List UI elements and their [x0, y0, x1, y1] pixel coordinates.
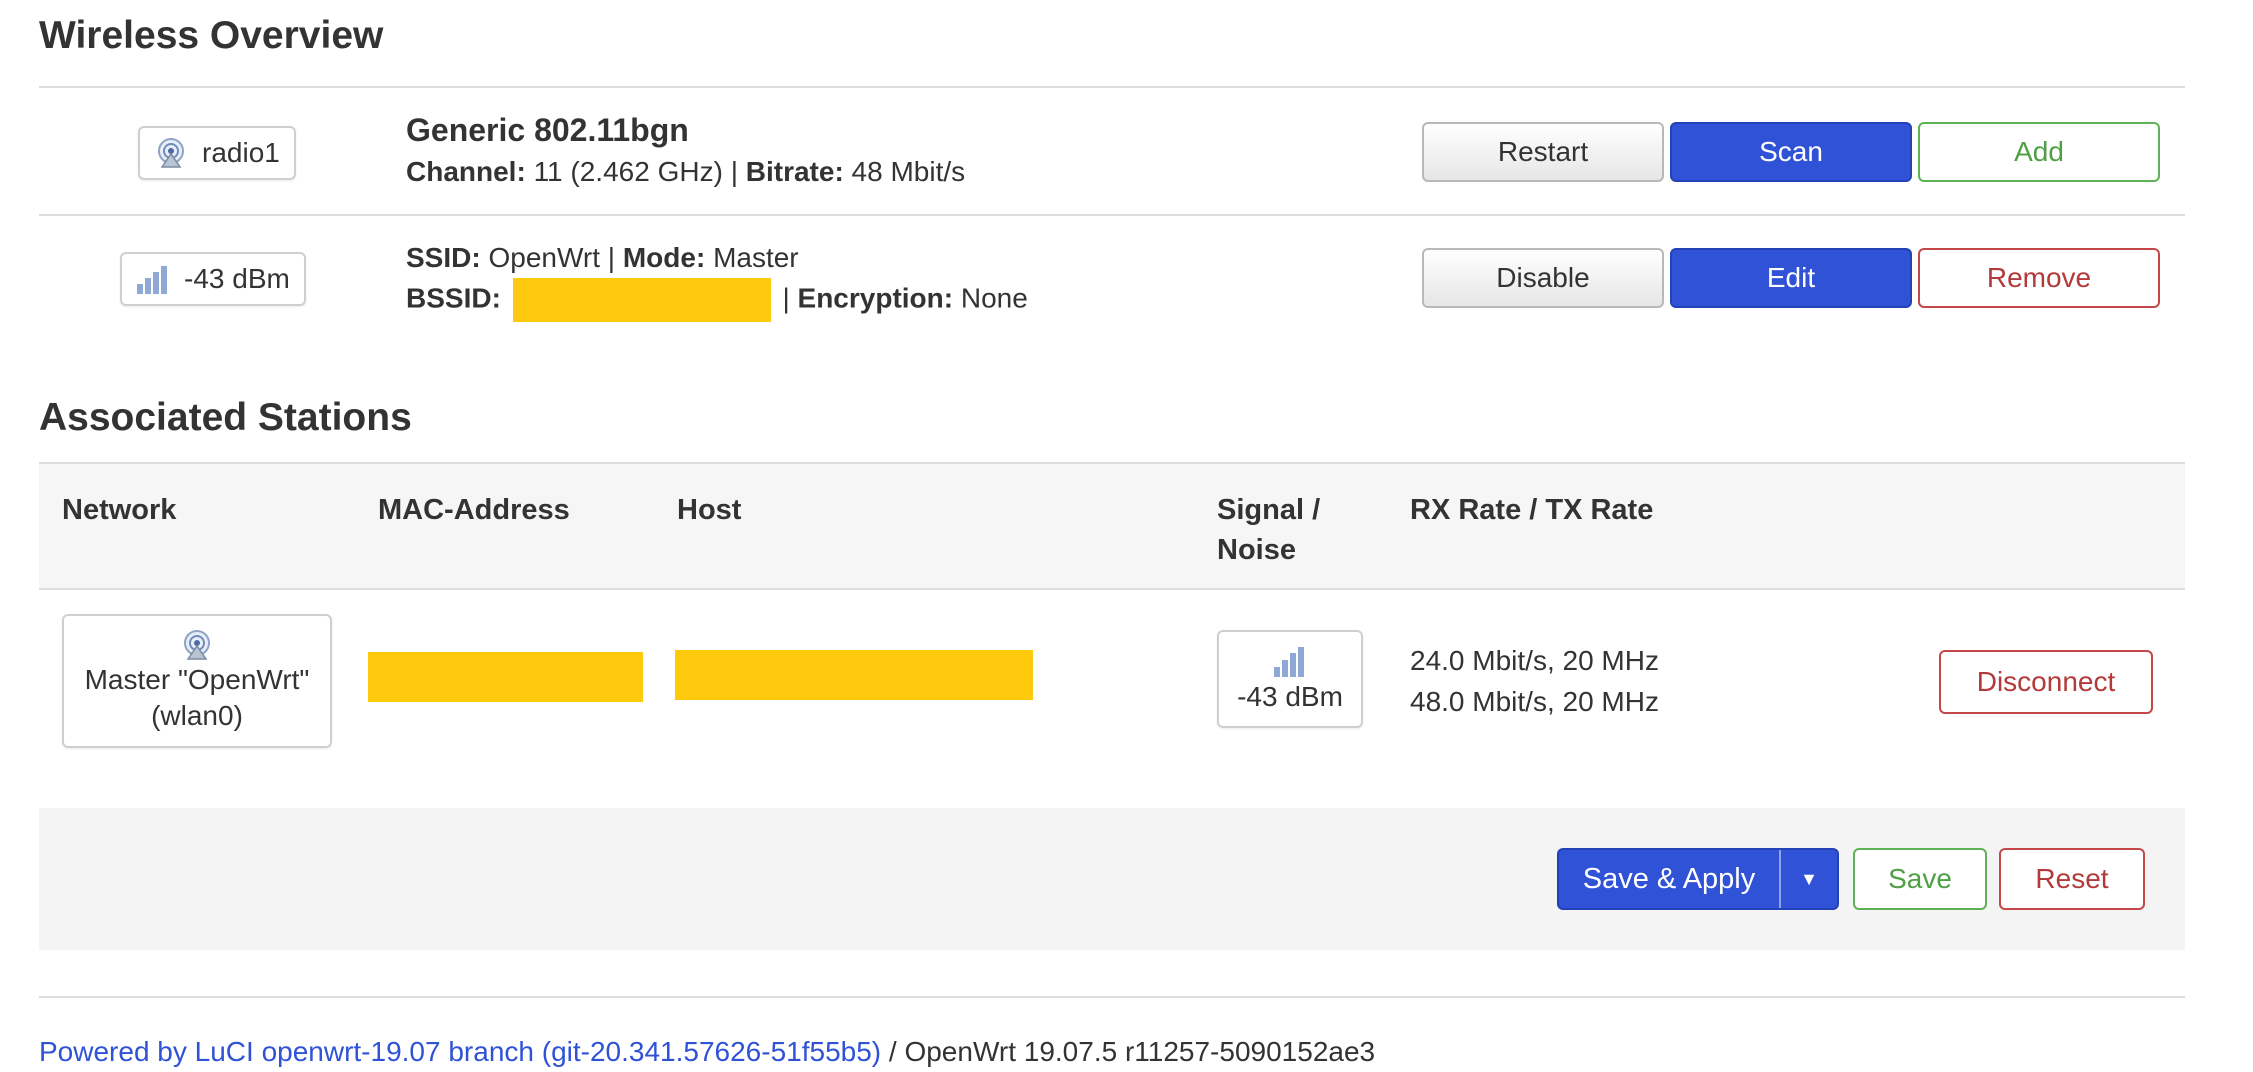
bitrate-label: Bitrate: — [745, 156, 844, 187]
save-button[interactable]: Save — [1853, 848, 1987, 910]
radio-badge-label: radio1 — [202, 137, 280, 168]
signal-strength-icon — [1274, 647, 1304, 677]
column-mac-address: MAC-Address — [378, 494, 570, 526]
bitrate-value: 48 Mbit/s — [851, 156, 966, 187]
signal-badge: -43 dBm — [1217, 630, 1363, 728]
wireless-network-row: -43 dBm SSID: OpenWrt | Mode: Master BSS… — [39, 216, 2185, 342]
column-network: Network — [62, 494, 177, 526]
disconnect-button[interactable]: Disconnect — [1939, 650, 2153, 714]
restart-button[interactable]: Restart — [1422, 122, 1664, 182]
edit-button[interactable]: Edit — [1670, 248, 1912, 308]
channel-value: 11 (2.462 GHz) — [533, 156, 723, 187]
form-actions: Save & Apply ▼ Save Reset — [39, 808, 2185, 950]
chevron-down-icon[interactable]: ▼ — [1781, 869, 1837, 890]
ssid-value: OpenWrt — [488, 242, 600, 273]
bssid-line: BSSID: | Encryption: None — [406, 278, 1028, 322]
mode-label: Mode: — [622, 242, 706, 273]
footer-divider — [39, 996, 2185, 998]
openwrt-version: / OpenWrt 19.07.5 r11257-5090152ae3 — [888, 1036, 1376, 1067]
signal-value: -43 dBm — [1237, 681, 1343, 712]
host-redacted — [675, 650, 1033, 700]
column-signal-line1: Signal / — [1217, 494, 1321, 526]
separator: | — [730, 156, 738, 187]
rate-cell: 24.0 Mbit/s, 20 MHz 48.0 Mbit/s, 20 MHz — [1410, 640, 1659, 722]
device-name: Generic 802.11bgn — [406, 112, 689, 148]
signal-badge-label: -43 dBm — [184, 263, 290, 294]
separator: | — [782, 282, 790, 314]
separator: | — [607, 242, 616, 273]
column-rx-tx-rate: RX Rate / TX Rate — [1410, 494, 1654, 526]
bssid-redacted — [512, 278, 771, 322]
rx-rate: 24.0 Mbit/s, 20 MHz — [1410, 645, 1659, 676]
channel-label: Channel: — [406, 156, 526, 187]
wifi-radio-icon — [158, 138, 184, 168]
ssid-label: SSID: — [406, 242, 481, 273]
table-header: Network MAC-Address Host Signal / Noise … — [39, 462, 2185, 590]
encryption-label: Encryption: — [797, 282, 954, 314]
save-apply-split-button: Save & Apply ▼ — [1557, 848, 1839, 910]
table-row: Master "OpenWrt" (wlan0) -43 dBm 24.0 Mb… — [39, 590, 2185, 810]
reset-button[interactable]: Reset — [1999, 848, 2145, 910]
device-details: Channel: 11 (2.462 GHz) | Bitrate: 48 Mb… — [406, 152, 965, 192]
wifi-radio-icon — [184, 630, 210, 660]
column-host: Host — [677, 494, 742, 526]
column-signal-noise: Signal / Noise — [1217, 490, 1320, 570]
bssid-label: BSSID: — [406, 282, 501, 314]
signal-strength-icon — [137, 266, 167, 294]
radio-badge: radio1 — [138, 126, 296, 180]
stations-table: Network MAC-Address Host Signal / Noise … — [39, 462, 2185, 810]
add-button[interactable]: Add — [1918, 122, 2160, 182]
mac-address-redacted — [368, 652, 643, 702]
footer: Powered by LuCI openwrt-19.07 branch (gi… — [39, 1036, 1375, 1068]
radio-device-info: Generic 802.11bgn Channel: 11 (2.462 GHz… — [406, 108, 965, 192]
column-signal-line2: Noise — [1217, 534, 1296, 566]
wireless-network-info: SSID: OpenWrt | Mode: Master BSSID: | En… — [406, 238, 1028, 322]
luci-link[interactable]: Powered by LuCI openwrt-19.07 branch (gi… — [39, 1036, 881, 1067]
network-badge[interactable]: Master "OpenWrt" (wlan0) — [62, 614, 332, 748]
signal-badge: -43 dBm — [120, 252, 306, 306]
mode-value: Master — [713, 242, 799, 273]
scan-button[interactable]: Scan — [1670, 122, 1912, 182]
save-apply-button[interactable]: Save & Apply — [1559, 863, 1779, 896]
tx-rate: 48.0 Mbit/s, 20 MHz — [1410, 686, 1659, 717]
encryption-value: None — [960, 282, 1028, 314]
network-name: Master "OpenWrt" — [84, 664, 310, 695]
radio-device-row: radio1 Generic 802.11bgn Channel: 11 (2.… — [39, 88, 2185, 216]
associated-stations-title: Associated Stations — [39, 396, 412, 439]
disable-button[interactable]: Disable — [1422, 248, 1664, 308]
remove-button[interactable]: Remove — [1918, 248, 2160, 308]
wireless-overview-title: Wireless Overview — [39, 14, 384, 57]
ssid-line: SSID: OpenWrt | Mode: Master — [406, 238, 1028, 278]
network-interface: (wlan0) — [151, 700, 243, 731]
